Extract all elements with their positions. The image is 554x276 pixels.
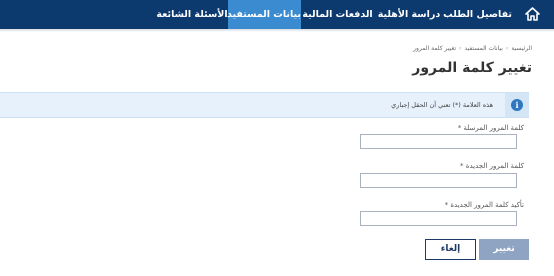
home-button[interactable] <box>512 0 554 29</box>
confirm-password-label-text: تأكيد كلمة المرور الجديدة <box>450 201 524 209</box>
new-password-label-text: كلمة المرور الجديدة <box>465 162 524 170</box>
required-mark: * <box>460 162 464 170</box>
required-mark: * <box>444 201 449 209</box>
breadcrumb-current: تغيير كلمة المرور <box>413 45 457 52</box>
nav-item-beneficiary-data[interactable]: بيانات المستفيد <box>227 0 301 29</box>
sent-password-input[interactable] <box>360 134 517 149</box>
page-title: تغيير كلمة المرور <box>412 60 532 76</box>
notice-icon-box: i <box>505 93 529 117</box>
cancel-button[interactable]: إلغاء <box>425 239 476 260</box>
nav-shadow <box>0 29 554 32</box>
confirm-password-input[interactable] <box>360 211 517 226</box>
new-password-label: كلمة المرور الجديدة * <box>460 162 524 170</box>
breadcrumb: الرئيسية›بيانات المستفيد›تغيير كلمة المر… <box>413 45 532 52</box>
info-icon: i <box>511 99 523 111</box>
notice-text: هذه العلامة (*) تعني أن الحقل إجباري <box>391 101 493 109</box>
home-icon <box>525 7 540 21</box>
change-password-button[interactable]: تغيير <box>479 239 529 260</box>
breadcrumb-beneficiary-data[interactable]: بيانات المستفيد <box>464 45 502 52</box>
confirm-password-label: تأكيد كلمة المرور الجديدة * <box>445 201 524 209</box>
nav-item-eligibility-study[interactable]: دراسة الأهلية <box>374 0 444 29</box>
required-fields-notice: i هذه العلامة (*) تعني أن الحقل إجباري <box>0 92 529 118</box>
nav-item-request-details[interactable]: تفاصيل الطلب <box>443 0 512 29</box>
new-password-input[interactable] <box>360 173 517 188</box>
top-navigation-bar: تفاصيل الطلب دراسة الأهلية الدفعات المال… <box>0 0 554 29</box>
sent-password-label-text: كلمة المرور المرسلة <box>463 124 524 132</box>
sent-password-label: كلمة المرور المرسلة * <box>458 124 524 132</box>
breadcrumb-home[interactable]: الرئيسية <box>511 45 532 52</box>
nav-item-payments[interactable]: الدفعات المالية <box>301 0 374 29</box>
nav-item-faq[interactable]: الأسئلة الشائعة <box>156 0 228 29</box>
required-mark: * <box>457 124 462 132</box>
